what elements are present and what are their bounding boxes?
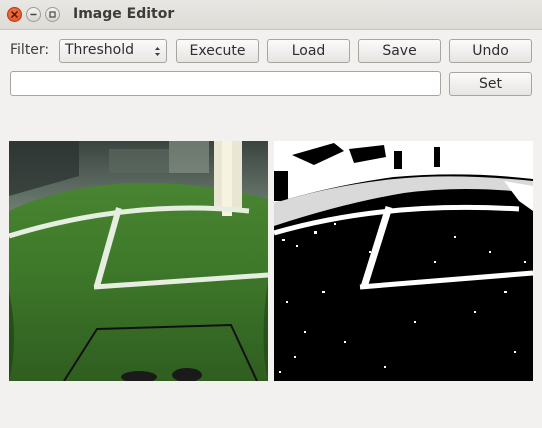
minimize-window-button[interactable] bbox=[26, 7, 41, 22]
filter-select[interactable]: Threshold bbox=[59, 39, 167, 63]
load-button[interactable]: Load bbox=[267, 39, 350, 63]
maximize-icon bbox=[49, 11, 56, 18]
original-image bbox=[9, 141, 268, 381]
window-title: Image Editor bbox=[73, 6, 175, 22]
processed-image-picture bbox=[274, 141, 533, 381]
processed-image bbox=[274, 141, 533, 381]
set-button[interactable]: Set bbox=[449, 72, 532, 96]
undo-button[interactable]: Undo bbox=[449, 39, 532, 63]
execute-button[interactable]: Execute bbox=[176, 39, 259, 63]
save-button[interactable]: Save bbox=[358, 39, 441, 63]
maximize-window-button[interactable] bbox=[45, 7, 60, 22]
original-image-picture bbox=[9, 141, 268, 381]
close-window-button[interactable] bbox=[7, 7, 22, 22]
close-icon bbox=[11, 11, 18, 18]
filter-select-value: Threshold bbox=[65, 42, 134, 58]
parameter-input[interactable] bbox=[10, 71, 441, 96]
updown-arrows-icon bbox=[155, 47, 160, 56]
image-editor-window: Image Editor Filter: Threshold Execute L… bbox=[0, 0, 542, 428]
title-bar: Image Editor bbox=[0, 0, 542, 30]
minimize-icon bbox=[30, 13, 37, 16]
filter-label: Filter: bbox=[10, 42, 50, 58]
